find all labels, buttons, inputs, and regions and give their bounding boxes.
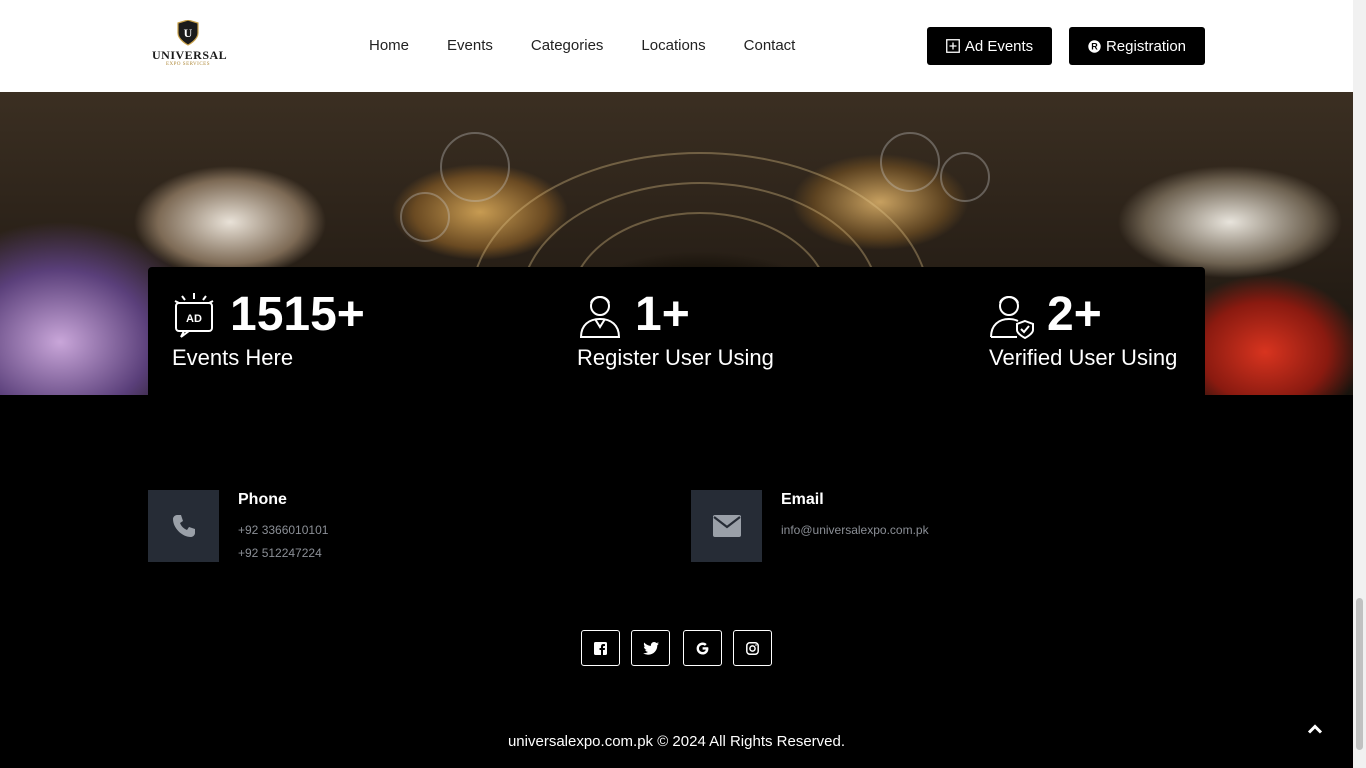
stat-verified-users-label: Verified User Using (989, 345, 1178, 370)
main-nav: Home Events Categories Locations Contact (369, 37, 833, 55)
stat-events-value: 1515+ (230, 288, 365, 341)
logo-brand: UNIVERSAL (152, 48, 228, 62)
facebook-button[interactable] (581, 630, 620, 666)
plus-square-icon (945, 39, 960, 53)
phone-title: Phone (238, 491, 287, 508)
scrollbar-thumb[interactable] (1356, 598, 1363, 750)
svg-text:AD: AD (186, 313, 202, 325)
stat-register-users-label: Register User Using (577, 345, 774, 370)
google-button[interactable] (683, 630, 722, 666)
logo-subtitle: EXPO SERVICES (165, 62, 211, 67)
stat-verified-users-value: 2+ (1047, 288, 1102, 341)
nav-contact[interactable]: Contact (744, 37, 796, 55)
google-icon (696, 642, 709, 654)
nav-locations[interactable]: Locations (641, 37, 705, 55)
logo-crest-icon: U (177, 20, 199, 46)
stat-register-users-value: 1+ (635, 288, 690, 341)
email-icon-box (691, 490, 762, 562)
phone-number-2[interactable]: +92 512247224 (238, 546, 322, 560)
chevron-up-icon (1307, 724, 1323, 734)
registered-icon: R (1088, 39, 1101, 53)
copyright-text: universalexpo.com.pk © 2024 All Rights R… (507, 733, 846, 750)
nav-home[interactable]: Home (369, 37, 409, 55)
instagram-button[interactable] (733, 630, 772, 666)
nav-categories[interactable]: Categories (531, 37, 604, 55)
verified-user-icon (990, 296, 1034, 339)
site-logo[interactable]: U UNIVERSAL EXPO SERVICES (152, 18, 228, 74)
facebook-icon (594, 641, 607, 655)
email-title: Email (781, 491, 824, 508)
phone-icon-box (148, 490, 219, 562)
twitter-button[interactable] (631, 630, 670, 666)
envelope-icon (712, 515, 741, 537)
page-scrollbar[interactable] (1353, 0, 1366, 768)
phone-number-1[interactable]: +92 3366010101 (238, 523, 328, 537)
ad-events-button[interactable]: Ad Events (927, 27, 1052, 65)
email-address[interactable]: info@universalexpo.com.pk (781, 523, 929, 537)
back-to-top-button[interactable] (1303, 718, 1327, 740)
instagram-icon (746, 641, 759, 655)
registration-button[interactable]: R Registration (1069, 27, 1205, 65)
twitter-icon (642, 641, 659, 655)
phone-icon (172, 515, 195, 537)
nav-events[interactable]: Events (447, 37, 493, 55)
svg-text:R: R (1091, 41, 1098, 51)
site-header: U UNIVERSAL EXPO SERVICES Home Events Ca… (0, 0, 1353, 92)
svg-text:U: U (184, 26, 193, 40)
registration-label: Registration (1105, 37, 1187, 55)
ad-events-label: Ad Events (964, 37, 1034, 55)
stats-panel: AD 1515+ Events Here 1+ Register User Us… (148, 267, 1205, 395)
stat-events-label: Events Here (172, 345, 294, 370)
page: U UNIVERSAL EXPO SERVICES Home Events Ca… (0, 0, 1366, 768)
user-icon (579, 296, 621, 338)
ad-icon: AD (174, 293, 214, 338)
